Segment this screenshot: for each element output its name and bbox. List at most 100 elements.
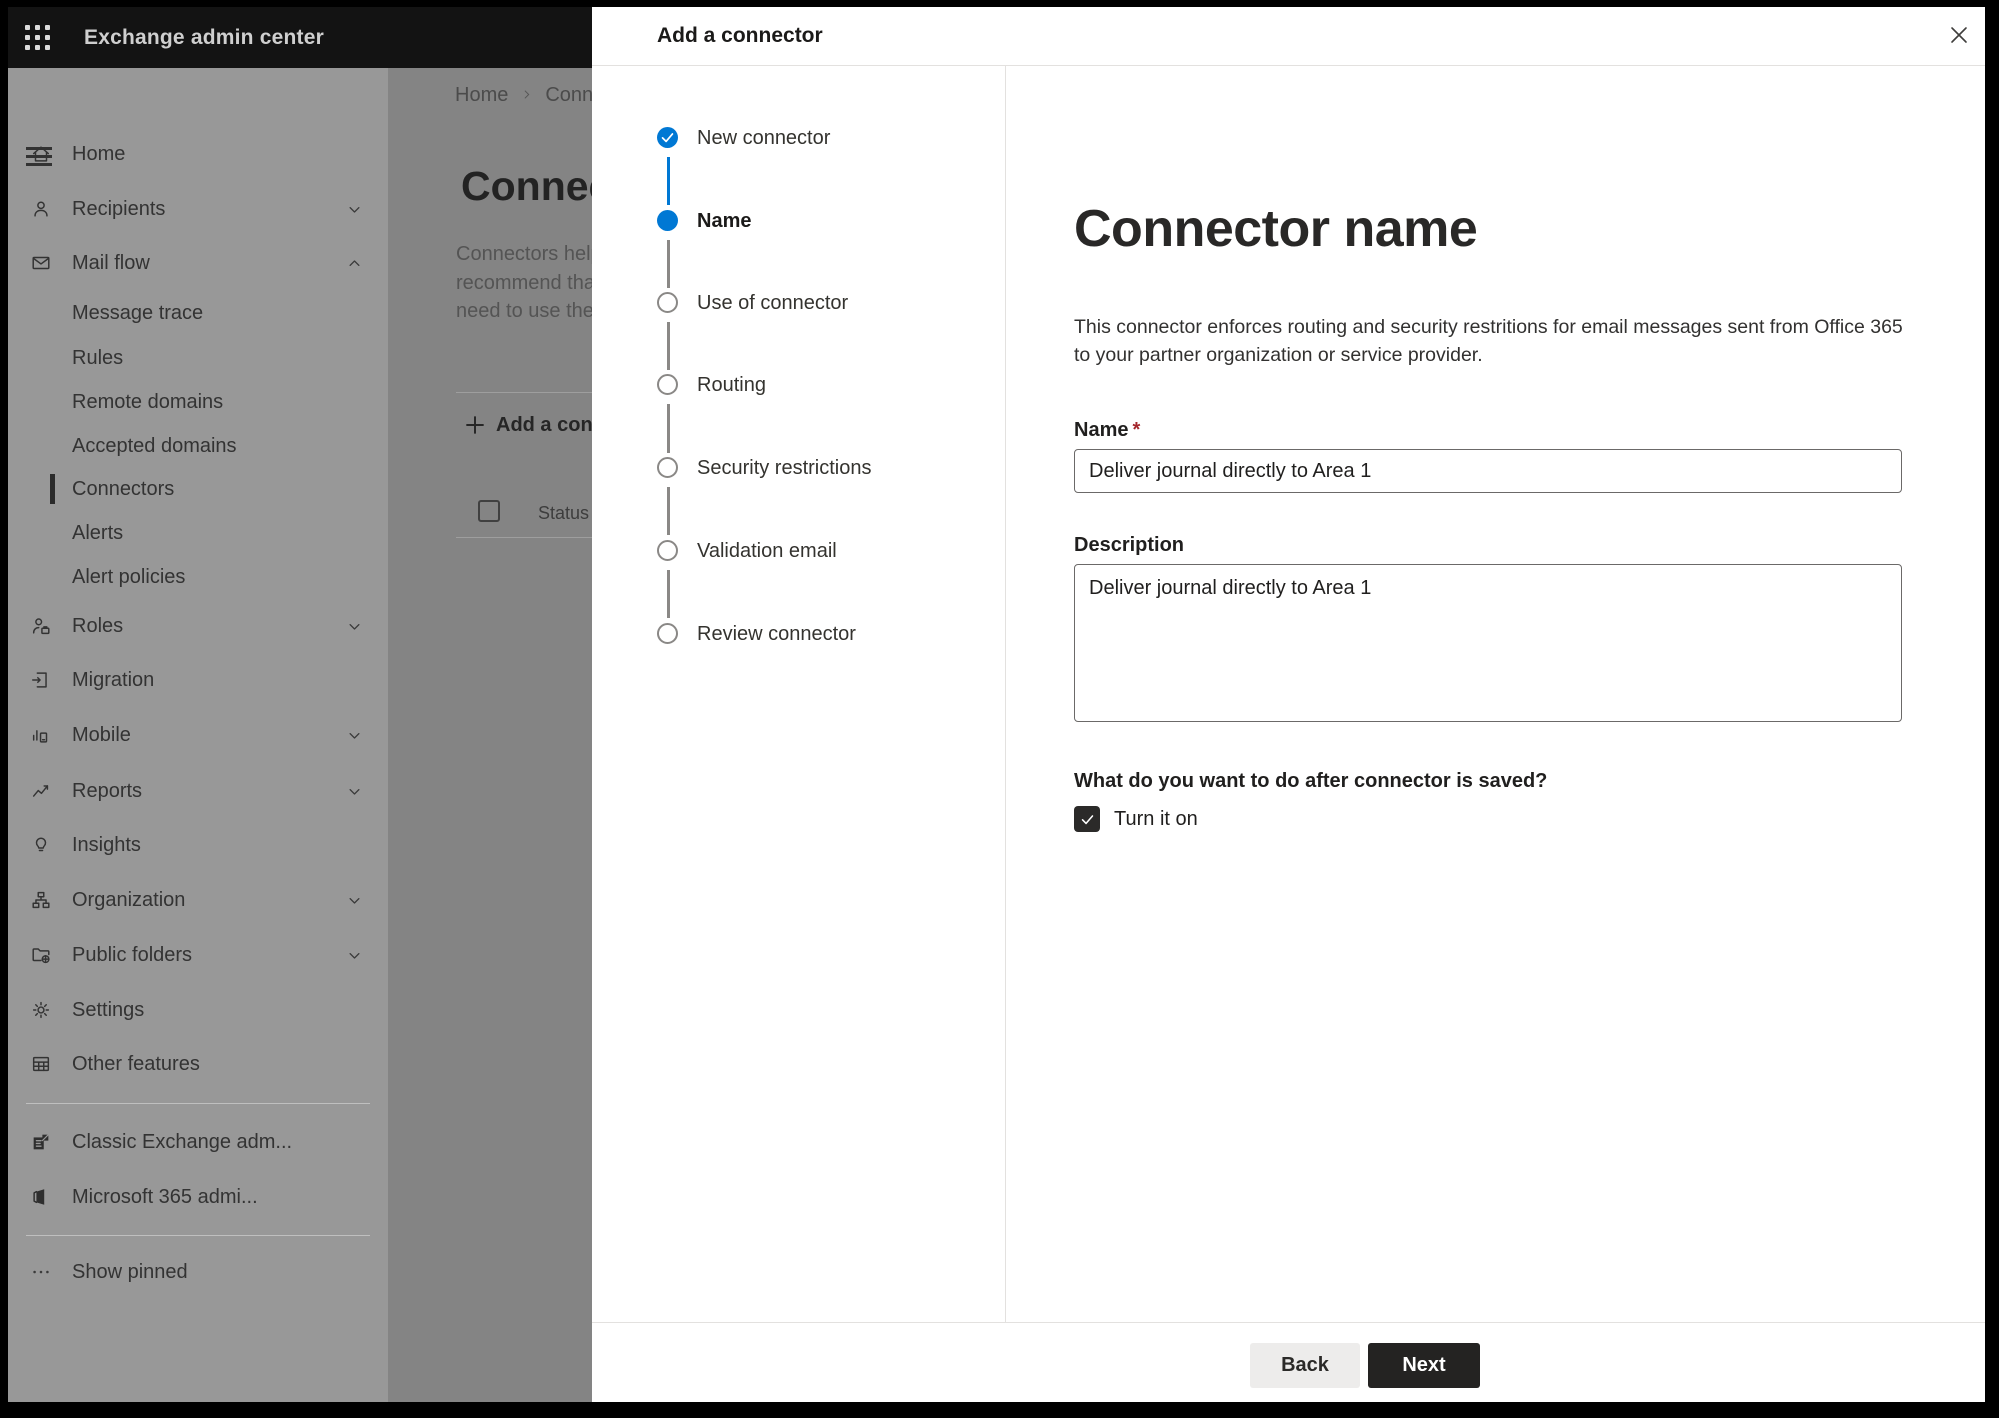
step-connector-line <box>666 322 670 370</box>
close-icon[interactable] <box>1944 20 1974 50</box>
chevron-down-icon <box>347 202 362 217</box>
sidebar-item-home[interactable]: Home <box>8 138 388 170</box>
chevron-down-icon <box>347 728 362 743</box>
sidebar-item-classic-exchange[interactable]: Classic Exchange adm... <box>8 1126 388 1158</box>
dialog-title: Add a connector <box>657 24 823 47</box>
page-arrow-icon <box>30 669 52 691</box>
wizard-content-divider <box>1005 66 1006 1322</box>
add-connector-button[interactable]: Add a conn <box>462 410 605 440</box>
dialog-footer-divider <box>592 1322 1985 1323</box>
home-icon <box>30 143 52 165</box>
chevron-down-icon <box>347 893 362 908</box>
step-circle-review-connector[interactable] <box>657 623 678 644</box>
gear-icon <box>30 999 52 1021</box>
office-logo-icon <box>30 1186 52 1208</box>
table-grid-icon <box>30 1053 52 1075</box>
line-chart-icon <box>30 780 52 802</box>
sidebar-item-rules[interactable]: Rules <box>8 342 388 374</box>
select-all-checkbox[interactable] <box>478 500 500 522</box>
check-icon <box>1081 814 1093 824</box>
waffle-menu-icon[interactable] <box>25 25 51 51</box>
step-label-name[interactable]: Name <box>697 207 751 235</box>
step-connector-line <box>666 157 670 205</box>
step-connector-line <box>666 240 670 288</box>
person-briefcase-icon <box>30 615 52 637</box>
step-label-validation-email[interactable]: Validation email <box>697 537 837 565</box>
turn-it-on-row: Turn it on <box>1074 806 1198 832</box>
name-field-label: Name * <box>1074 419 1141 441</box>
exchange-logo-icon <box>30 1131 52 1153</box>
sidebar-item-insights[interactable]: Insights <box>8 829 388 861</box>
step-label-security-restrictions[interactable]: Security restrictions <box>697 454 872 482</box>
page-title: Connec <box>461 163 612 209</box>
toolbar-divider <box>456 392 592 393</box>
sidebar-item-connectors[interactable]: Connectors <box>8 473 388 505</box>
app-title: Exchange admin center <box>84 26 324 49</box>
required-asterisk: * <box>1132 419 1141 441</box>
description-field-label: Description <box>1074 534 1185 556</box>
org-tree-icon <box>30 889 52 911</box>
chevron-up-icon <box>347 256 362 271</box>
person-icon <box>30 198 52 220</box>
step-circle-use-of-connector[interactable] <box>657 292 678 313</box>
sidebar: Home Recipients Mail flow Message trace … <box>8 68 388 1402</box>
turn-it-on-label: Turn it on <box>1114 807 1198 830</box>
chevron-down-icon <box>347 948 362 963</box>
sidebar-item-alerts[interactable]: Alerts <box>8 517 388 549</box>
back-button[interactable]: Back <box>1250 1343 1360 1388</box>
step-label-review-connector[interactable]: Review connector <box>697 620 856 648</box>
step-circle-validation-email[interactable] <box>657 540 678 561</box>
plus-icon <box>466 416 484 434</box>
add-connector-dialog: Add a connector New connector Name Use o… <box>592 7 1985 1402</box>
breadcrumb: Home Conne <box>455 84 604 107</box>
sidebar-divider <box>26 1235 370 1236</box>
next-button[interactable]: Next <box>1368 1343 1480 1388</box>
sidebar-divider <box>26 1103 370 1104</box>
step-circle-routing[interactable] <box>657 374 678 395</box>
sidebar-item-message-trace[interactable]: Message trace <box>8 297 388 329</box>
step-heading: Connector name <box>1074 200 1478 258</box>
chevron-down-icon <box>347 619 362 634</box>
step-circle-new-connector[interactable] <box>657 127 678 148</box>
ellipsis-icon <box>30 1261 52 1283</box>
after-save-question: What do you want to do after connector i… <box>1074 770 1548 792</box>
sidebar-item-reports[interactable]: Reports <box>8 775 388 807</box>
sidebar-item-roles[interactable]: Roles <box>8 610 388 642</box>
breadcrumb-chevron-icon <box>520 84 533 107</box>
step-circle-security-restrictions[interactable] <box>657 457 678 478</box>
step-connector-line <box>666 487 670 535</box>
sidebar-item-mail-flow[interactable]: Mail flow <box>8 247 388 279</box>
sidebar-item-migration[interactable]: Migration <box>8 664 388 696</box>
sidebar-item-mobile[interactable]: Mobile <box>8 719 388 751</box>
sidebar-item-organization[interactable]: Organization <box>8 884 388 916</box>
turn-it-on-checkbox[interactable] <box>1074 806 1100 832</box>
sidebar-item-other-features[interactable]: Other features <box>8 1048 388 1080</box>
sidebar-item-remote-domains[interactable]: Remote domains <box>8 386 388 418</box>
page-intro-text: Connectors help recommend tha need to us… <box>456 243 602 322</box>
app-screen: Exchange admin center Home Recipients Ma… <box>8 7 1985 1402</box>
mail-icon <box>30 252 52 274</box>
breadcrumb-home-link[interactable]: Home <box>455 84 508 107</box>
table-header-divider <box>456 537 592 538</box>
description-textarea[interactable]: Deliver journal directly to Area 1 <box>1074 564 1902 722</box>
dialog-header-divider <box>592 65 1985 66</box>
check-icon <box>661 133 674 143</box>
sidebar-item-public-folders[interactable]: Public folders <box>8 939 388 971</box>
lightbulb-icon <box>30 834 52 856</box>
sidebar-item-alert-policies[interactable]: Alert policies <box>8 561 388 593</box>
step-connector-line <box>666 570 670 618</box>
chart-phone-icon <box>30 724 52 746</box>
sidebar-item-settings[interactable]: Settings <box>8 994 388 1026</box>
sidebar-item-accepted-domains[interactable]: Accepted domains <box>8 430 388 462</box>
sidebar-item-show-pinned[interactable]: Show pinned <box>8 1256 388 1288</box>
name-input[interactable] <box>1074 449 1902 493</box>
step-label-use-of-connector[interactable]: Use of connector <box>697 289 848 317</box>
step-label-new-connector[interactable]: New connector <box>697 124 830 152</box>
sidebar-item-recipients[interactable]: Recipients <box>8 193 388 225</box>
chevron-down-icon <box>347 784 362 799</box>
step-label-routing[interactable]: Routing <box>697 371 766 399</box>
step-circle-name[interactable] <box>657 210 678 231</box>
folder-globe-icon <box>30 944 52 966</box>
sidebar-item-microsoft-365[interactable]: Microsoft 365 admi... <box>8 1181 388 1213</box>
status-column-header: Status <box>538 503 590 523</box>
